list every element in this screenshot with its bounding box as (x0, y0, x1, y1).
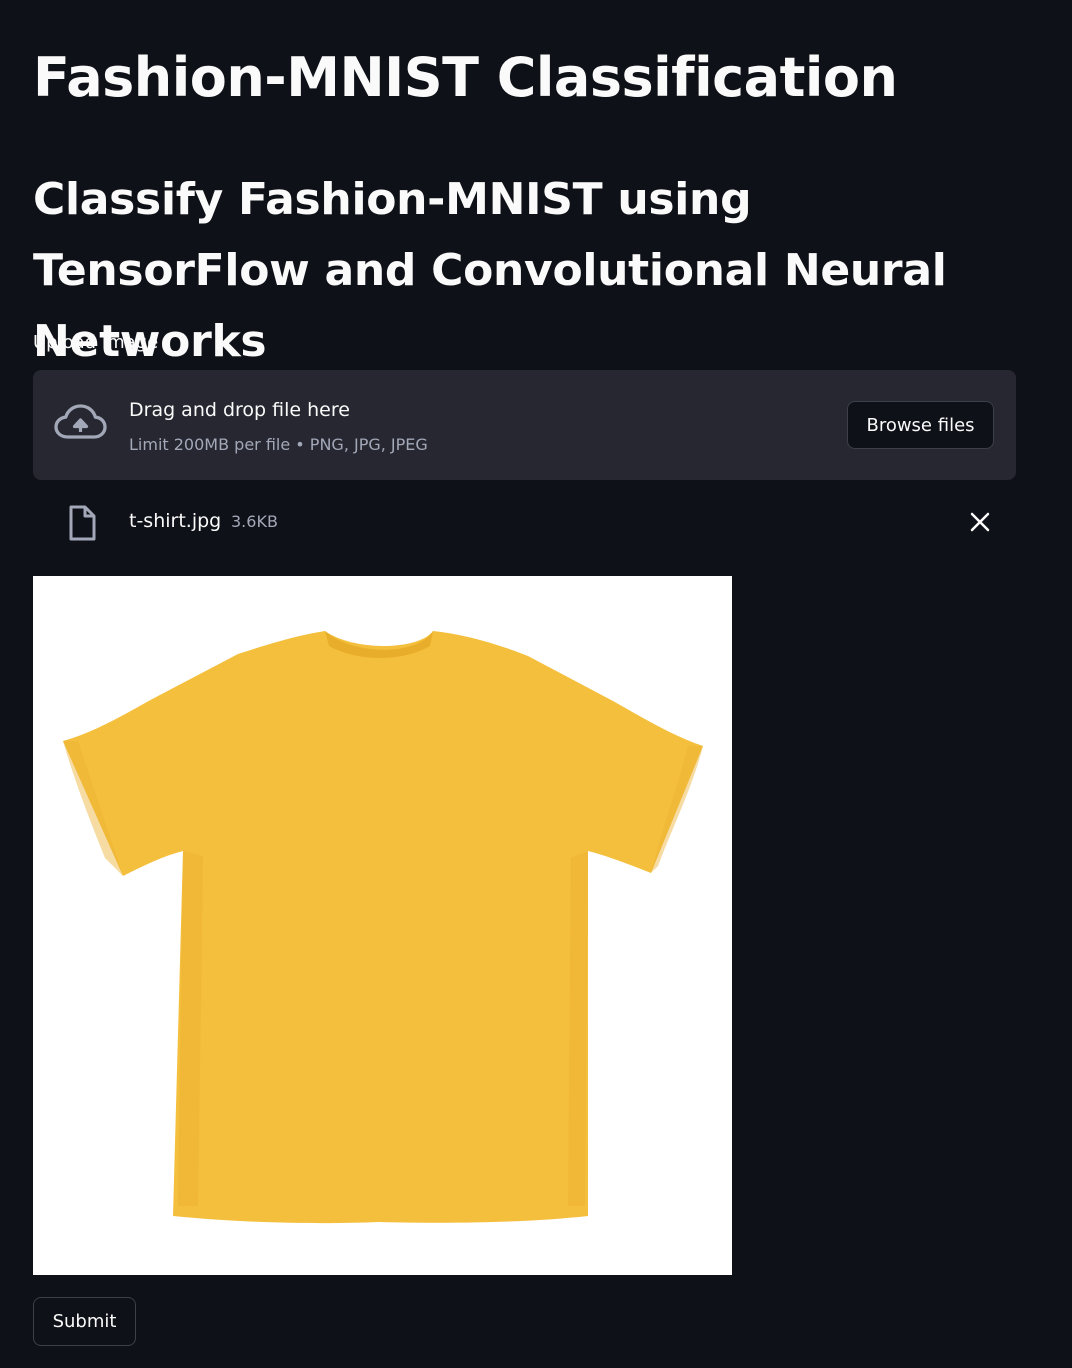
uploaded-file-name: t-shirt.jpg (129, 510, 222, 532)
uploaded-file-size: 3.6KB (231, 512, 278, 531)
close-icon[interactable] (966, 508, 994, 536)
upload-label: Upload Image (33, 332, 159, 353)
dropzone-title: Drag and drop file here (129, 399, 350, 421)
file-icon (67, 505, 97, 541)
cloud-upload-icon (53, 402, 107, 444)
t-shirt-image (33, 576, 732, 1275)
browse-files-button[interactable]: Browse files (847, 401, 994, 449)
uploaded-image-preview (33, 576, 732, 1275)
file-dropzone[interactable]: Drag and drop file here Limit 200MB per … (33, 370, 1016, 480)
dropzone-limit-text: Limit 200MB per file • PNG, JPG, JPEG (129, 435, 428, 454)
page-subtitle: Classify Fashion-MNIST using TensorFlow … (33, 174, 947, 367)
page-title: Fashion-MNIST Classification (33, 46, 898, 109)
submit-button[interactable]: Submit (33, 1297, 136, 1346)
uploaded-file-row: t-shirt.jpg 3.6KB (33, 500, 1016, 544)
